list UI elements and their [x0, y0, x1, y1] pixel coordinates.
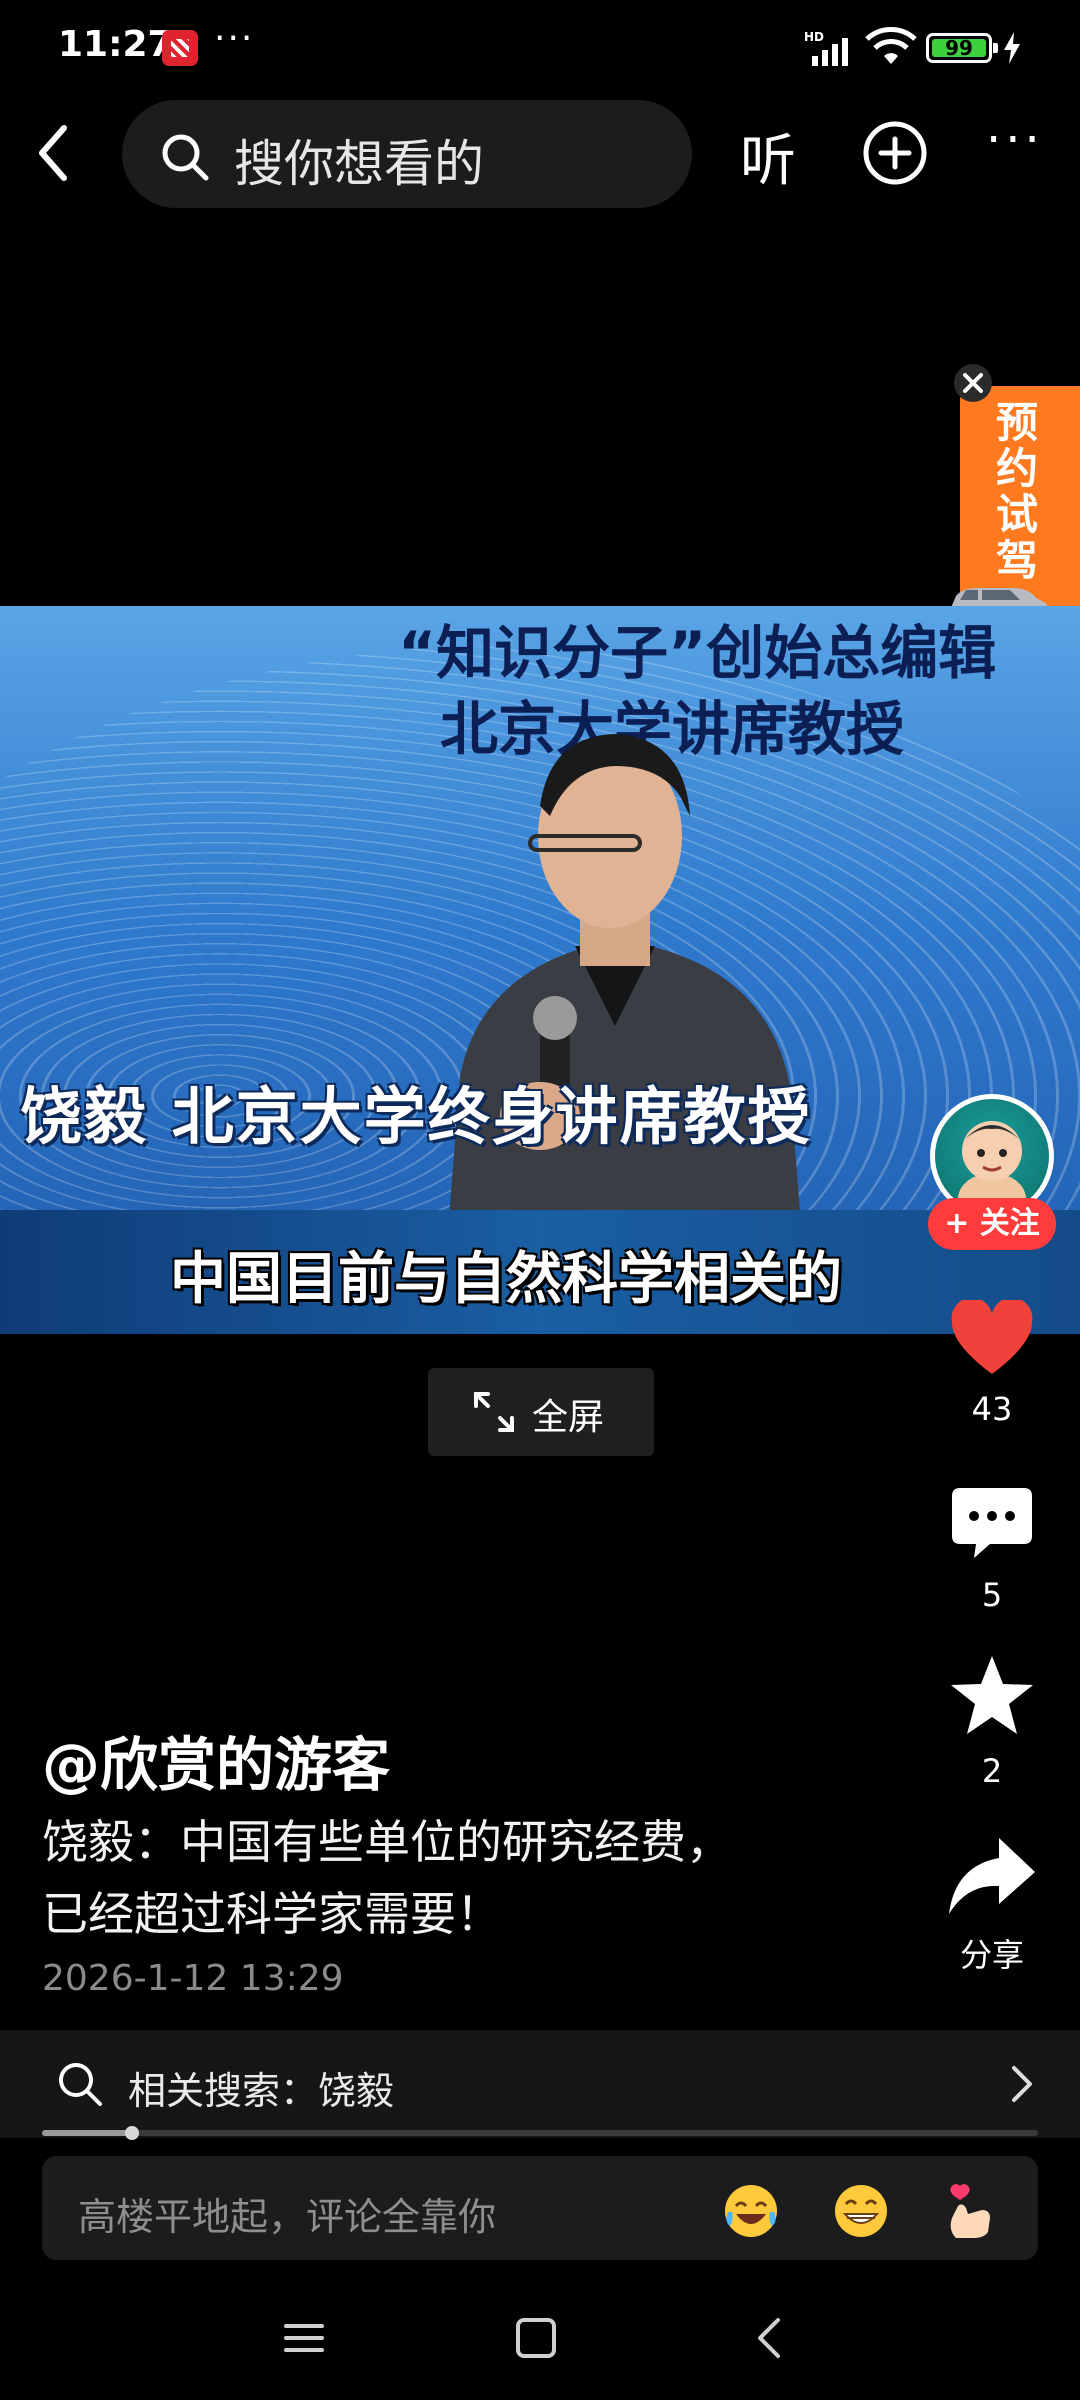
avatar-figure — [958, 1121, 1026, 1213]
add-circle-icon[interactable] — [862, 120, 928, 186]
like-button[interactable]: 43 — [932, 1300, 1052, 1428]
favorite-count: 2 — [981, 1752, 1003, 1790]
post-description: 饶毅：中国有些单位的研究经费， 已经超过科学家需要！ — [42, 1806, 862, 1950]
heart-icon — [951, 1300, 1033, 1374]
author-name[interactable]: @欣赏的游客 — [42, 1718, 390, 1802]
comment-count: 5 — [981, 1576, 1003, 1614]
comment-input[interactable]: 高楼平地起，评论全靠你 — [42, 2156, 1038, 2260]
follow-button[interactable]: + 关注 — [928, 1198, 1056, 1250]
share-label: 分享 — [959, 1936, 1024, 1974]
charging-bolt-icon — [1004, 32, 1020, 64]
description-line-1: 饶毅：中国有些单位的研究经费， — [42, 1815, 732, 1869]
related-search-bar[interactable]: 相关搜索：饶毅 — [0, 2030, 1080, 2138]
signal-icon: HD — [804, 30, 856, 66]
video-player[interactable]: “知识分子”创始总编辑 北京大学讲席教授 饶毅 北京大学终身讲席教授 中国目前与… — [0, 606, 1080, 1334]
back-chevron-icon[interactable] — [28, 118, 78, 188]
fullscreen-button[interactable]: 全屏 — [428, 1368, 654, 1456]
progress-played — [42, 2130, 132, 2136]
finger-heart-emoji[interactable] — [942, 2182, 1000, 2240]
star-icon — [951, 1656, 1033, 1734]
related-search-label: 相关搜索：饶毅 — [128, 2069, 395, 2113]
chevron-right-icon — [1012, 2066, 1032, 2102]
back-icon[interactable] — [742, 2310, 798, 2366]
status-time: 11:27 — [58, 24, 173, 65]
video-progress-bar[interactable] — [42, 2126, 1038, 2140]
post-timestamp: 2026-1-12 13:29 — [42, 1958, 344, 1999]
comment-icon — [952, 1488, 1032, 1558]
menu-icon[interactable] — [276, 2310, 332, 2366]
laughing-crying-emoji[interactable] — [722, 2182, 780, 2240]
search-icon — [59, 2063, 102, 2106]
system-navigation-bar — [0, 2276, 1080, 2400]
video-lower-third: 饶毅 北京大学终身讲席教授 — [20, 1080, 812, 1153]
search-icon — [162, 134, 209, 181]
share-button[interactable]: 分享 — [932, 1836, 1052, 1976]
progress-handle[interactable] — [124, 2126, 139, 2140]
search-input[interactable]: 搜你想看的 — [122, 100, 692, 208]
video-caption: 中国目前与自然科学相关的 — [170, 1247, 842, 1312]
wifi-icon — [865, 27, 917, 64]
comment-placeholder: 高楼平地起，评论全靠你 — [78, 2195, 497, 2239]
battery-level: 99 — [945, 36, 973, 60]
favorite-button[interactable]: 2 — [932, 1654, 1052, 1790]
status-overflow-dots: ··· — [214, 18, 255, 59]
listen-button[interactable]: 听 — [740, 116, 796, 197]
share-arrow-icon — [949, 1838, 1035, 1914]
search-placeholder: 搜你想看的 — [234, 135, 484, 193]
expand-icon — [474, 1392, 514, 1432]
comment-button[interactable]: 5 — [932, 1486, 1052, 1614]
grinning-emoji[interactable] — [832, 2182, 890, 2240]
close-icon[interactable] — [952, 362, 994, 404]
app-notification-icon — [162, 30, 198, 66]
fullscreen-label: 全屏 — [532, 1397, 605, 1438]
home-square-icon[interactable] — [508, 2310, 564, 2366]
status-bar: 11:27 ··· HD 99 — [0, 0, 1080, 96]
more-button[interactable]: ··· — [986, 112, 1044, 168]
battery-icon: 99 — [926, 33, 998, 63]
like-count: 43 — [971, 1390, 1013, 1428]
ad-label: 预约试驾 — [996, 398, 1039, 585]
description-line-2: 已经超过科学家需要！ — [42, 1887, 502, 1941]
